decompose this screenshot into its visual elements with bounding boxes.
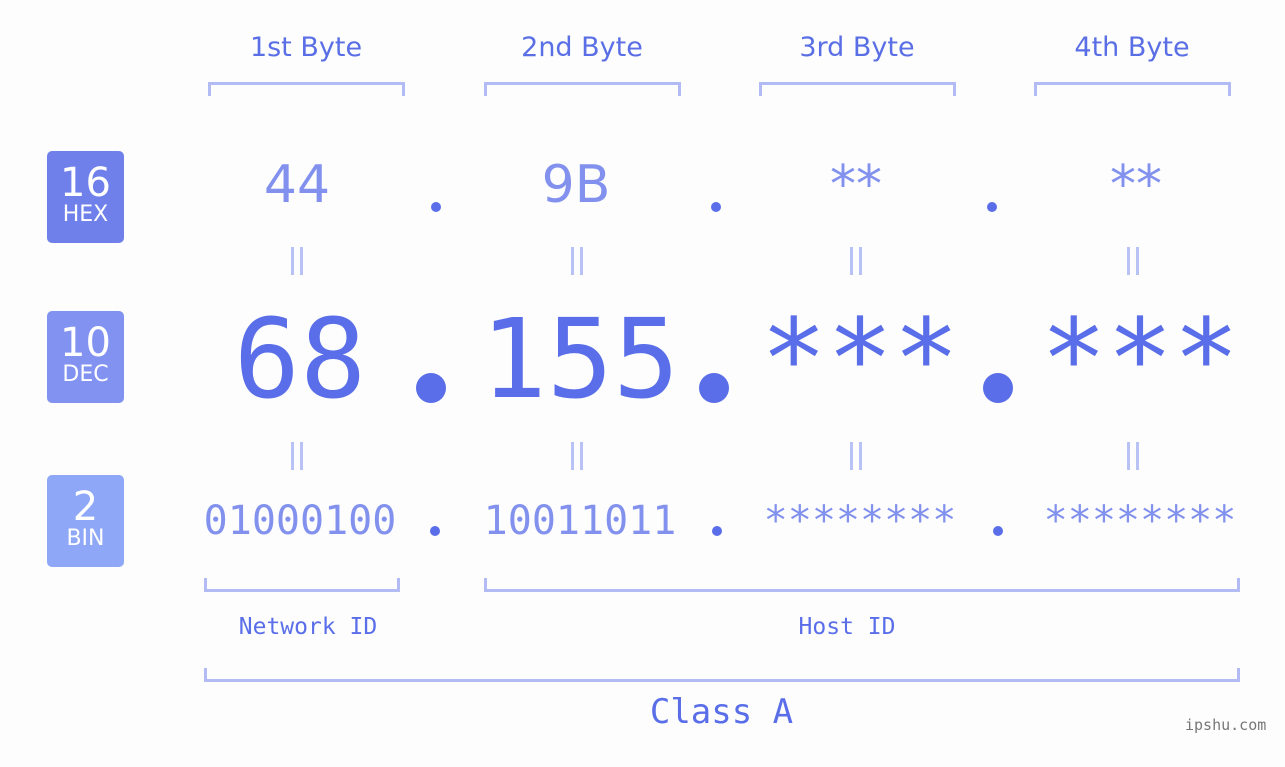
byte-bracket-3 bbox=[759, 82, 956, 96]
equals-icon bbox=[1127, 442, 1139, 470]
dec-separator-1 bbox=[416, 373, 446, 403]
dec-byte-1: 68 bbox=[233, 295, 367, 423]
hex-base: 16 bbox=[60, 160, 111, 206]
host-id-label: Host ID bbox=[798, 614, 896, 640]
byte-bracket-1 bbox=[208, 82, 405, 96]
dec-badge: 10 DEC bbox=[47, 311, 124, 403]
dec-byte-4: *** bbox=[1040, 295, 1240, 423]
dec-label: DEC bbox=[62, 362, 109, 387]
watermark: ipshu.com bbox=[1185, 716, 1267, 734]
hex-separator-2 bbox=[711, 202, 721, 212]
host-id-bracket bbox=[484, 578, 1240, 592]
byte-header-1: 1st Byte bbox=[249, 32, 363, 63]
dec-separator-3 bbox=[983, 373, 1013, 403]
equals-icon bbox=[291, 247, 303, 275]
byte-bracket-4 bbox=[1034, 82, 1231, 96]
byte-header-3: 3rd Byte bbox=[799, 32, 915, 63]
hex-badge: 16 HEX bbox=[47, 151, 124, 243]
class-bracket bbox=[204, 668, 1240, 682]
bin-separator-1 bbox=[430, 526, 440, 536]
hex-byte-2: 9B bbox=[541, 155, 611, 215]
hex-byte-4: ** bbox=[1110, 155, 1162, 215]
hex-byte-3: ** bbox=[830, 155, 882, 215]
byte-header-2: 2nd Byte bbox=[521, 32, 643, 63]
dec-byte-3: *** bbox=[760, 295, 960, 423]
dec-base: 10 bbox=[60, 320, 111, 366]
network-id-label: Network ID bbox=[238, 614, 378, 640]
bin-badge: 2 BIN bbox=[47, 475, 124, 567]
class-label: Class A bbox=[649, 692, 794, 732]
bin-separator-2 bbox=[712, 526, 722, 536]
bin-separator-3 bbox=[993, 526, 1003, 536]
equals-icon bbox=[1127, 247, 1139, 275]
equals-icon bbox=[571, 247, 583, 275]
bin-byte-2: 10011011 bbox=[483, 498, 677, 544]
hex-separator-1 bbox=[431, 202, 441, 212]
hex-label: HEX bbox=[62, 202, 109, 227]
hex-byte-1: 44 bbox=[263, 155, 331, 215]
byte-header-4: 4th Byte bbox=[1074, 32, 1190, 63]
equals-icon bbox=[291, 442, 303, 470]
hex-separator-3 bbox=[987, 202, 997, 212]
bin-byte-4: ******** bbox=[1043, 498, 1237, 544]
network-id-bracket bbox=[204, 578, 400, 592]
bin-base: 2 bbox=[72, 484, 99, 530]
equals-icon bbox=[571, 442, 583, 470]
dec-separator-2 bbox=[699, 373, 729, 403]
bin-label: BIN bbox=[66, 526, 105, 551]
equals-icon bbox=[850, 442, 862, 470]
byte-bracket-2 bbox=[484, 82, 681, 96]
equals-icon bbox=[850, 247, 862, 275]
bin-byte-1: 01000100 bbox=[203, 498, 397, 544]
dec-byte-2: 155 bbox=[480, 295, 680, 423]
bin-byte-3: ******** bbox=[763, 498, 957, 544]
